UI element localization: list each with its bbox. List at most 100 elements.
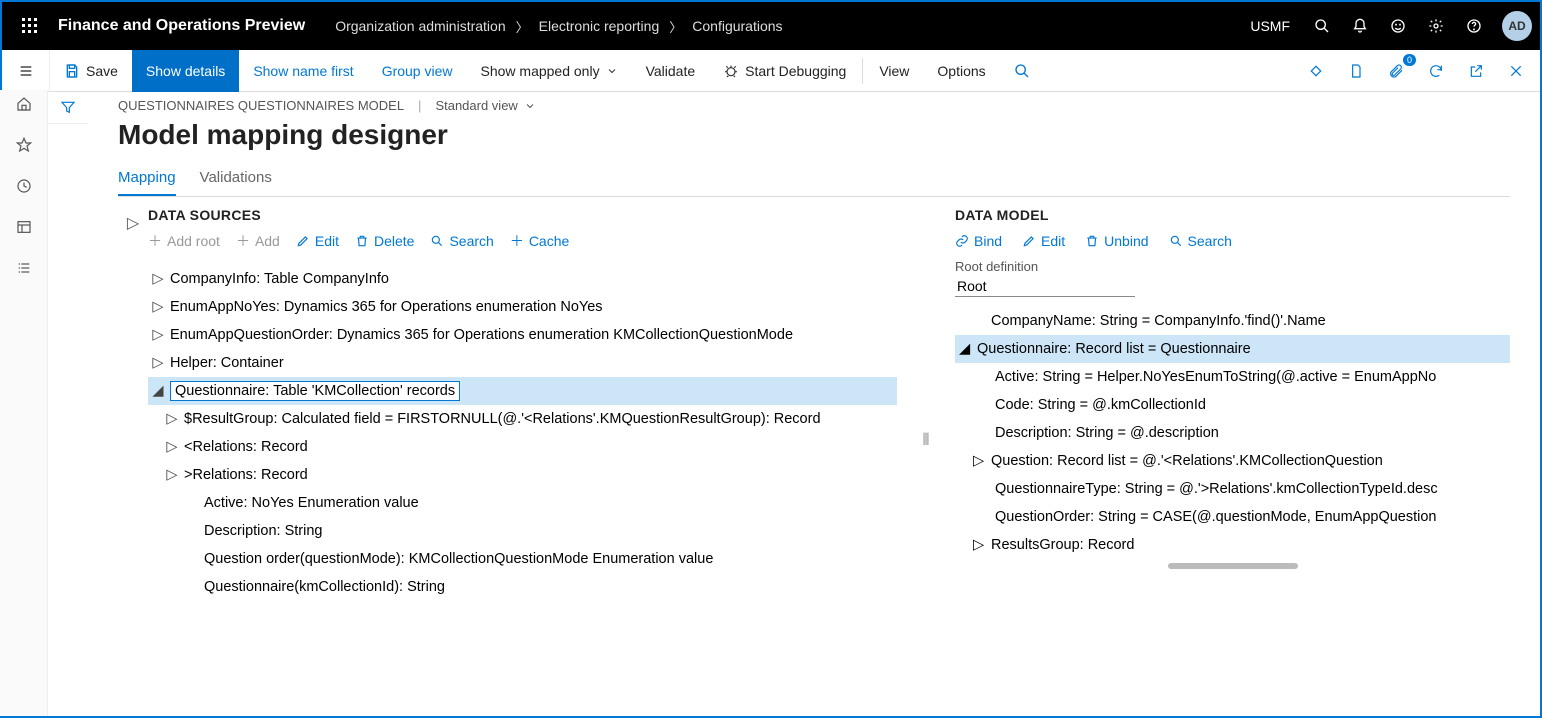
breadcrumb-item[interactable]: Electronic reporting [539, 18, 660, 34]
data-sources-title: DATA SOURCES [148, 207, 897, 223]
cache-button[interactable]: ＋Cache [510, 231, 569, 251]
user-avatar[interactable]: AD [1502, 11, 1532, 41]
add-button[interactable]: ＋Add [236, 231, 280, 251]
edit-button[interactable]: Edit [296, 231, 339, 251]
help-icon[interactable] [1464, 16, 1484, 36]
search-icon[interactable] [1000, 50, 1044, 92]
breadcrumb-item[interactable]: Organization administration [335, 18, 505, 34]
tree-leaf[interactable]: Description: String [148, 517, 897, 545]
save-button[interactable]: Save [50, 50, 132, 92]
attachments-icon[interactable]: 0 [1384, 59, 1408, 83]
tree-node[interactable]: ▷$ResultGroup: Calculated field = FIRSTO… [148, 405, 897, 433]
panel-expand-icon[interactable]: ▷ [118, 207, 148, 675]
collapse-icon[interactable]: ◢ [152, 383, 164, 399]
root-definition-input[interactable]: Root [955, 276, 1135, 297]
document-icon[interactable] [1344, 59, 1368, 83]
app-title: Finance and Operations Preview [58, 17, 305, 35]
expand-icon[interactable]: ▷ [166, 439, 178, 455]
expand-icon[interactable]: ▷ [166, 411, 178, 427]
tree-leaf[interactable]: QuestionOrder: String = CASE(@.questionM… [955, 503, 1510, 531]
diamond-icon[interactable] [1304, 59, 1328, 83]
view-menu[interactable]: View [865, 50, 923, 92]
tree-leaf[interactable]: QuestionnaireType: String = @.'>Relation… [955, 475, 1510, 503]
expand-icon[interactable]: ▷ [973, 537, 985, 553]
tree-leaf[interactable]: CompanyName: String = CompanyInfo.'find(… [955, 307, 1510, 335]
legal-entity[interactable]: USMF [1250, 18, 1290, 34]
chevron-down-icon [606, 65, 618, 77]
refresh-icon[interactable] [1424, 59, 1448, 83]
search-icon[interactable] [1312, 16, 1332, 36]
collapse-icon[interactable]: ◢ [959, 341, 971, 357]
tree-leaf[interactable]: Questionnaire(kmCollectionId): String [148, 573, 897, 601]
show-name-first-button[interactable]: Show name first [239, 50, 367, 92]
search-icon [1169, 234, 1183, 248]
workspaces-icon[interactable] [16, 219, 32, 240]
header-right: USMF AD [1250, 11, 1532, 41]
expand-icon[interactable]: ▷ [152, 271, 164, 287]
data-model-toolbar: Bind Edit Unbind Search [955, 233, 1510, 249]
tree-node[interactable]: ▷>Relations: Record [148, 461, 897, 489]
tree-node-selected[interactable]: ◢Questionnaire: Table 'KMCollection' rec… [148, 377, 897, 405]
home-icon[interactable] [16, 96, 32, 117]
delete-button[interactable]: Delete [355, 231, 414, 251]
group-view-button[interactable]: Group view [368, 50, 467, 92]
tree-leaf[interactable]: Active: NoYes Enumeration value [148, 489, 897, 517]
start-debugging-button[interactable]: Start Debugging [709, 50, 860, 92]
command-bar-right: 0 [1304, 59, 1540, 83]
close-icon[interactable] [1504, 59, 1528, 83]
tree-node[interactable]: ▷ResultsGroup: Record [955, 531, 1510, 559]
panel-splitter[interactable]: ⫴ [917, 207, 935, 675]
tree-leaf[interactable]: Active: String = Helper.NoYesEnumToStrin… [955, 363, 1510, 391]
app-launcher-icon[interactable] [10, 6, 50, 46]
modules-icon[interactable] [16, 260, 32, 281]
tree-leaf[interactable]: Question order(questionMode): KMCollecti… [148, 545, 897, 573]
tab-validations[interactable]: Validations [200, 169, 272, 196]
data-sources-panel: ▷ DATA SOURCES ＋Add root ＋Add Edit Delet… [118, 207, 897, 675]
smiley-icon[interactable] [1388, 16, 1408, 36]
command-bar: Save Show details Show name first Group … [2, 50, 1540, 92]
bell-icon[interactable] [1350, 16, 1370, 36]
horizontal-scrollbar[interactable] [1168, 563, 1298, 569]
data-model-title: DATA MODEL [955, 207, 1510, 223]
tree-node[interactable]: ▷Question: Record list = @.'<Relations'.… [955, 447, 1510, 475]
save-label: Save [86, 63, 118, 79]
expand-icon[interactable]: ▷ [152, 355, 164, 371]
recent-icon[interactable] [16, 178, 32, 199]
expand-icon[interactable]: ▷ [152, 327, 164, 343]
filter-icon[interactable] [48, 90, 88, 124]
tree-node[interactable]: ▷EnumAppQuestionOrder: Dynamics 365 for … [148, 321, 897, 349]
add-root-button[interactable]: ＋Add root [148, 231, 220, 251]
bind-button[interactable]: Bind [955, 233, 1002, 249]
gear-icon[interactable] [1426, 16, 1446, 36]
popout-icon[interactable] [1464, 59, 1488, 83]
tree-node[interactable]: ▷CompanyInfo: Table CompanyInfo [148, 265, 897, 293]
separator [862, 58, 863, 84]
unbind-button[interactable]: Unbind [1085, 233, 1148, 249]
data-sources-tree: ▷CompanyInfo: Table CompanyInfo ▷EnumApp… [148, 265, 897, 601]
search-button[interactable]: Search [1169, 233, 1232, 249]
edit-button[interactable]: Edit [1022, 233, 1065, 249]
breadcrumb-item[interactable]: Configurations [692, 18, 782, 34]
tree-leaf[interactable]: Description: String = @.description [955, 419, 1510, 447]
star-icon[interactable] [16, 137, 32, 158]
tree-node[interactable]: ▷<Relations: Record [148, 433, 897, 461]
tree-node[interactable]: ▷EnumAppNoYes: Dynamics 365 for Operatio… [148, 293, 897, 321]
expand-icon[interactable]: ▷ [152, 299, 164, 315]
view-dropdown[interactable]: Standard view [435, 98, 535, 113]
validate-button[interactable]: Validate [632, 50, 710, 92]
tree-node[interactable]: ▷Helper: Container [148, 349, 897, 377]
left-nav-rail [0, 90, 48, 716]
tree-leaf[interactable]: Code: String = @.kmCollectionId [955, 391, 1510, 419]
expand-icon[interactable]: ▷ [973, 453, 985, 469]
show-details-button[interactable]: Show details [132, 50, 239, 92]
breadcrumbs: Organization administration 〉 Electronic… [335, 17, 782, 36]
search-button[interactable]: Search [430, 231, 493, 251]
expand-icon[interactable]: ▷ [166, 467, 178, 483]
tree-node-selected[interactable]: ◢Questionnaire: Record list = Questionna… [955, 335, 1510, 363]
pencil-icon [296, 234, 310, 248]
tab-mapping[interactable]: Mapping [118, 169, 176, 196]
show-mapped-only-dropdown[interactable]: Show mapped only [467, 50, 632, 92]
options-menu[interactable]: Options [923, 50, 999, 92]
nav-hamburger-icon[interactable] [2, 50, 50, 92]
debug-icon [723, 63, 739, 79]
